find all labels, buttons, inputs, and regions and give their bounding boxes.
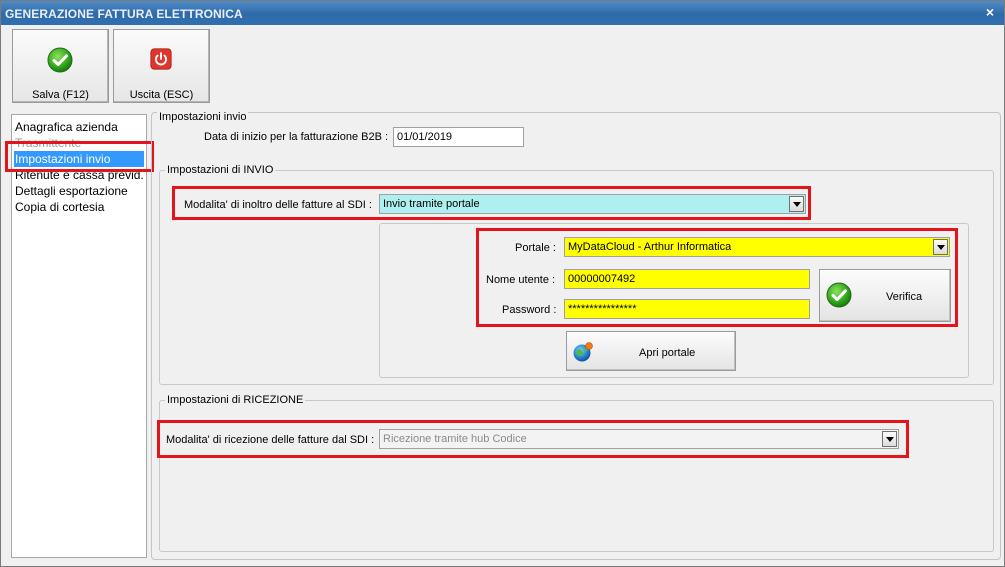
exit-button[interactable]: Uscita (ESC) <box>113 29 210 103</box>
open-portal-button-label: Apri portale <box>639 347 696 359</box>
sidebar-item-dettagli-esportazione[interactable]: Dettagli esportazione <box>15 183 128 199</box>
ricezione-group-title: Impostazioni di RICEZIONE <box>165 394 306 406</box>
power-icon <box>150 48 172 70</box>
main-window: GENERAZIONE FATTURA ELETTRONICA × Salva … <box>0 0 1005 567</box>
highlight-portal-credentials <box>476 228 958 327</box>
check-circle-icon <box>47 47 73 73</box>
exit-button-label: Uscita (ESC) <box>129 89 194 101</box>
close-icon[interactable]: × <box>982 4 998 20</box>
save-button-label: Salva (F12) <box>32 89 89 101</box>
save-button[interactable]: Salva (F12) <box>12 29 109 103</box>
globe-icon <box>573 342 593 362</box>
highlight-invio-mode <box>172 186 811 220</box>
highlight-sidebar-selection <box>5 141 154 172</box>
sidebar-item-anagrafica[interactable]: Anagrafica azienda <box>15 119 118 135</box>
sidebar-item-copia-cortesia[interactable]: Copia di cortesia <box>15 199 104 215</box>
open-portal-button[interactable]: Apri portale <box>566 331 736 371</box>
window-title: GENERAZIONE FATTURA ELETTRONICA <box>5 7 243 21</box>
highlight-ricezione-mode <box>157 420 909 458</box>
section-title: Impostazioni invio <box>157 111 249 123</box>
title-bar: GENERAZIONE FATTURA ELETTRONICA × <box>1 1 1004 25</box>
sidebar-nav: Anagrafica azienda Trasmittente Ritenute… <box>11 114 147 558</box>
start-date-field[interactable]: 01/01/2019 <box>393 127 524 147</box>
invio-group-title: Impostazioni di INVIO <box>165 164 276 176</box>
start-date-label: Data di inizio per la fatturazione B2B : <box>204 131 389 143</box>
